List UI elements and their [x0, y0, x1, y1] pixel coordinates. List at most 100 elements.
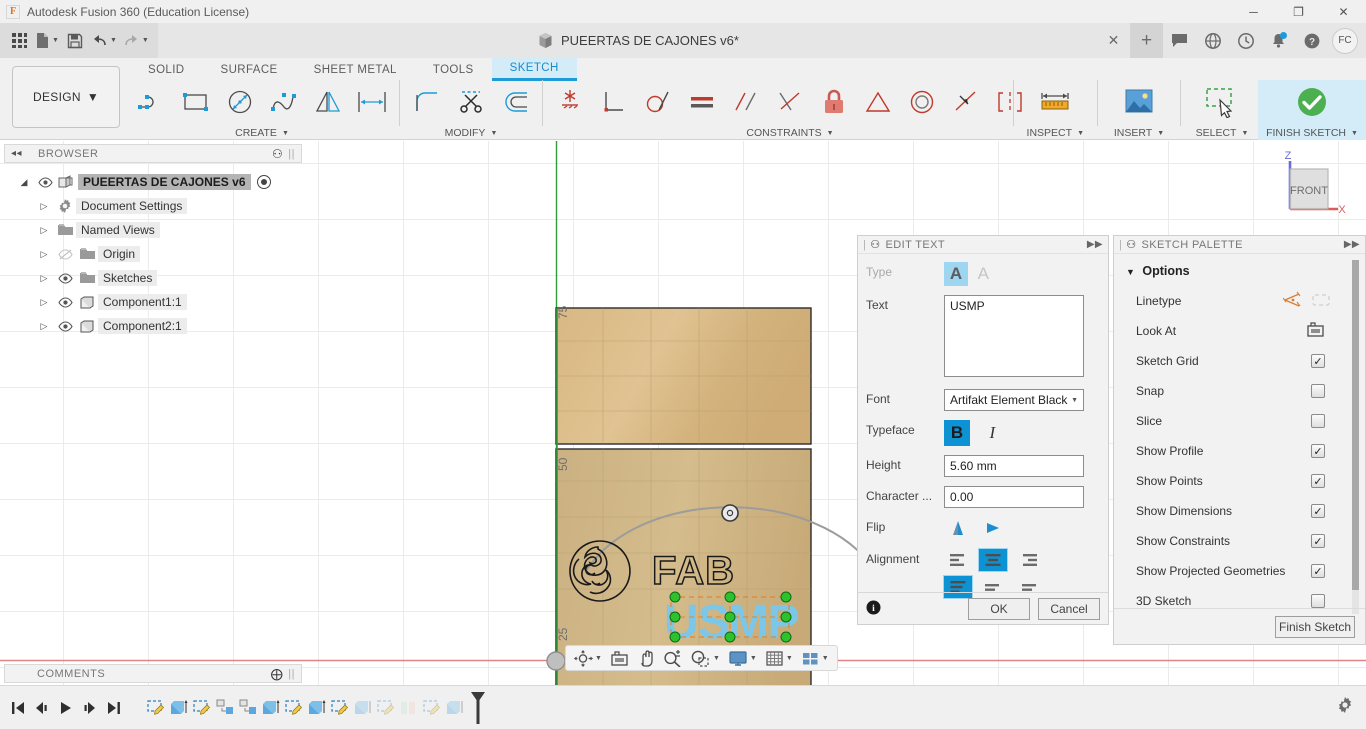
construction-line-icon[interactable] — [1282, 291, 1303, 312]
tab-surface[interactable]: SURFACE — [203, 58, 296, 81]
show-points-checkbox[interactable]: ✓ — [1311, 474, 1325, 488]
finish-sketch-group[interactable]: FINISH SKETCH ▼ — [1258, 80, 1366, 140]
maximize-button[interactable]: ❐ — [1276, 0, 1321, 23]
expand-arrow-icon[interactable]: ▷ — [34, 201, 54, 212]
group-label-constraints[interactable]: CONSTRAINTS ▼ — [548, 126, 1032, 140]
text-input[interactable] — [944, 295, 1084, 377]
expand-arrow-icon[interactable]: ▷ — [34, 321, 54, 332]
grid-icon[interactable] — [6, 26, 32, 56]
step-back-icon[interactable] — [30, 693, 54, 723]
measure-ruler-icon[interactable] — [1033, 80, 1077, 124]
parallel-icon[interactable] — [724, 80, 768, 124]
ok-button[interactable]: OK — [968, 597, 1030, 620]
tab-sketch[interactable]: SKETCH — [491, 58, 577, 81]
italic-button[interactable]: I — [979, 420, 1005, 446]
show-profile-checkbox[interactable]: ✓ — [1311, 444, 1325, 458]
save-icon[interactable] — [62, 26, 88, 56]
coincident-icon[interactable] — [768, 80, 812, 124]
palette-row-show-projected-geometries[interactable]: Show Projected Geometries ✓ — [1114, 556, 1365, 586]
palette-row-show-points[interactable]: Show Points ✓ — [1114, 466, 1365, 496]
view-cube[interactable]: FRONT Z X — [1266, 150, 1347, 221]
perpendicular-icon[interactable] — [592, 80, 636, 124]
display-settings-icon[interactable]: ▼ — [724, 646, 761, 670]
new-document-icon[interactable]: ▼ — [32, 26, 62, 56]
tree-node-sketches[interactable]: ▷ Sketches — [14, 266, 304, 290]
circle-icon[interactable] — [218, 80, 262, 124]
sketch-grid-checkbox[interactable]: ✓ — [1311, 354, 1325, 368]
close-window-button[interactable]: ✕ — [1321, 0, 1366, 23]
tree-node-root[interactable]: ◢ PUEERTAS DE CAJONES v6 — [14, 170, 304, 194]
line-icon[interactable] — [130, 80, 174, 124]
palette-row-look-at[interactable]: Look At — [1114, 316, 1365, 346]
timeline-settings-gear-icon[interactable] — [1336, 696, 1354, 719]
grid-snaps-icon[interactable]: ▼ — [761, 646, 797, 670]
collinear-icon[interactable] — [944, 80, 988, 124]
fix-lock-icon[interactable] — [812, 80, 856, 124]
redo-icon[interactable]: ▼ — [120, 26, 152, 56]
expand-arrow-icon[interactable]: ▷ — [34, 225, 54, 236]
minimize-button[interactable]: ─ — [1231, 0, 1276, 23]
slice-checkbox[interactable] — [1311, 414, 1325, 428]
finish-sketch-button[interactable]: Finish Sketch — [1275, 615, 1355, 638]
midpoint-icon[interactable] — [856, 80, 900, 124]
group-label-modify[interactable]: MODIFY ▼ — [405, 126, 537, 140]
timeline-marker-handle[interactable] — [466, 691, 489, 724]
tree-node-component1[interactable]: ▷ Component1:1 — [14, 290, 304, 314]
workspace-selector[interactable]: DESIGN ▼ — [12, 66, 120, 128]
insert-image-icon[interactable] — [1117, 80, 1161, 124]
minus-circle-icon[interactable]: ⚇ — [870, 238, 880, 251]
expand-right-icon[interactable]: ▶▶ — [1344, 239, 1360, 250]
timeline-feature-sketch[interactable] — [328, 693, 351, 723]
tree-node-named-views[interactable]: ▷ Named Views — [14, 218, 304, 242]
select-group[interactable]: SELECT ▼ — [1186, 80, 1258, 140]
zoom-window-icon[interactable]: ▼ — [686, 646, 724, 670]
timeline-feature-sketch-pending[interactable] — [420, 693, 443, 723]
type-solid-text-button[interactable]: A — [944, 262, 968, 286]
timeline-feature-sketch-pending[interactable] — [374, 693, 397, 723]
skip-end-icon[interactable] — [102, 693, 126, 723]
expand-arrow-icon[interactable]: ▷ — [34, 297, 54, 308]
panel-grip[interactable]: | — [1119, 239, 1122, 251]
orbit-icon[interactable]: ▼ — [570, 646, 606, 670]
viewports-icon[interactable]: ▼ — [797, 646, 833, 670]
tab-sheet-metal[interactable]: SHEET METAL — [296, 58, 415, 81]
minus-circle-icon[interactable]: ⚇ — [272, 147, 283, 161]
expand-arrow-icon[interactable]: ◢ — [14, 177, 34, 188]
show-projected-geometries-checkbox[interactable]: ✓ — [1311, 564, 1325, 578]
palette-row-snap[interactable]: Snap — [1114, 376, 1365, 406]
dimension-icon[interactable] — [350, 80, 394, 124]
character-spacing-input[interactable] — [944, 486, 1084, 508]
timeline-feature-component[interactable] — [236, 693, 259, 723]
timeline-feature-extrude-pending[interactable] — [351, 693, 374, 723]
panel-grip[interactable]: || — [288, 148, 295, 160]
rectangle-icon[interactable] — [174, 80, 218, 124]
show-constraints-checkbox[interactable]: ✓ — [1311, 534, 1325, 548]
palette-row-sketch-grid[interactable]: Sketch Grid ✓ — [1114, 346, 1365, 376]
cancel-button[interactable]: Cancel — [1038, 597, 1100, 620]
font-select[interactable]: Artifakt Element Black ▼ — [944, 389, 1084, 411]
palette-row-show-constraints[interactable]: Show Constraints ✓ — [1114, 526, 1365, 556]
centerline-icon[interactable] — [1311, 291, 1331, 312]
timeline-feature-sketch[interactable] — [144, 693, 167, 723]
visibility-eye-icon[interactable] — [54, 272, 76, 284]
select-cursor-icon[interactable] — [1200, 80, 1244, 124]
group-label-create[interactable]: CREATE ▼ — [130, 126, 394, 140]
visibility-eye-icon[interactable] — [54, 296, 76, 308]
timeline-feature-mirror-pending[interactable] — [397, 693, 420, 723]
undo-icon[interactable]: ▼ — [88, 26, 120, 56]
show-dimensions-checkbox[interactable]: ✓ — [1311, 504, 1325, 518]
concentric-icon[interactable] — [900, 80, 944, 124]
flip-vertical-icon[interactable] — [944, 517, 972, 539]
spline-icon[interactable] — [262, 80, 306, 124]
fillet-icon[interactable] — [405, 80, 449, 124]
align-center-button[interactable] — [978, 548, 1009, 572]
panel-grip[interactable]: | — [863, 239, 866, 251]
options-section-header[interactable]: ▼ Options — [1114, 260, 1365, 286]
equal-icon[interactable] — [680, 80, 724, 124]
play-icon[interactable] — [54, 693, 78, 723]
info-icon[interactable]: i — [866, 600, 960, 618]
step-forward-icon[interactable] — [78, 693, 102, 723]
palette-row-linetype[interactable]: Linetype — [1114, 286, 1365, 316]
timeline-feature-extrude[interactable] — [305, 693, 328, 723]
globe-icon[interactable] — [1196, 23, 1229, 58]
